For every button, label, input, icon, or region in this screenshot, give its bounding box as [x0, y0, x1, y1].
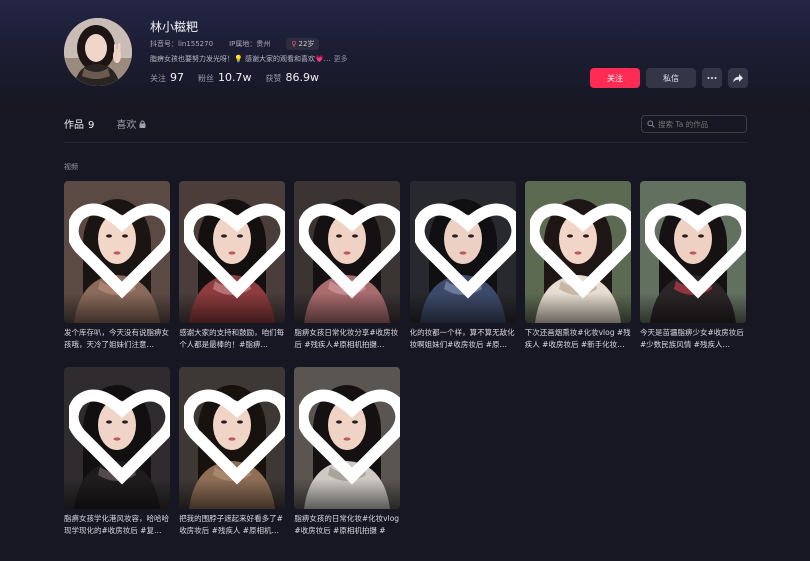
video-caption[interactable]: 把我的围脖子遮起来好看多了#收房妆后 #残疾人 #原相机…	[179, 513, 285, 537]
video-likes: 1.0w	[69, 181, 170, 320]
heart-icon	[69, 389, 170, 485]
video-caption[interactable]: 脂痹女孩的日常化妆#化妆vlog #收房妆后 #原相机拍摄 #残…	[294, 513, 400, 537]
avatar-image	[64, 18, 132, 86]
works-search[interactable]	[641, 115, 747, 133]
video-card[interactable]: 4.9w 感谢大家的支持和鼓励，咱们每个人都是最棒的！#脂痹…	[179, 181, 286, 351]
video-card[interactable]: 4.1w 脂痹女孩日常化妆分享#收房妆后 #残疾人#原相机拍摄…	[294, 181, 401, 351]
heart-icon	[529, 203, 631, 299]
video-likes: 6.6w	[529, 181, 631, 320]
douyin-id: 抖音号：lin155270	[150, 40, 214, 48]
bio-more-link[interactable]: 更多	[334, 55, 348, 63]
video-thumbnail[interactable]: 2.6w	[179, 367, 286, 509]
heart-icon	[414, 203, 516, 299]
profile-header: 林小糍粑 抖音号：lin155270 IP属地：贵州 ♀ 22岁 脂痹女孩也要努…	[64, 18, 748, 90]
follow-button[interactable]: 关注	[590, 68, 640, 88]
message-button[interactable]: 私信	[646, 68, 696, 88]
tab-works[interactable]: 作品 9	[64, 116, 94, 131]
stat-likes: 获赞 86.9w	[265, 71, 320, 84]
profile-bio: 脂痹女孩也要努力发光呀！💡 感谢大家的观看和喜欢💗… 更多	[150, 54, 348, 64]
video-caption[interactable]: 今天是苗疆脂痹少女#收房妆后 #少数民族风情 #残疾人…	[640, 327, 746, 351]
tabs-divider	[64, 142, 748, 143]
age-value: 22岁	[298, 40, 315, 48]
video-likes: 4.1w	[299, 181, 401, 320]
video-likes: 2.6w	[184, 367, 286, 506]
video-thumbnail[interactable]: 6.6w	[524, 181, 631, 323]
heart-icon	[184, 389, 286, 485]
video-thumbnail[interactable]: 2.0w	[640, 181, 746, 323]
heart-icon	[645, 203, 746, 299]
share-icon	[733, 73, 743, 82]
video-likes: 4.9w	[184, 181, 286, 320]
female-icon: ♀	[291, 40, 297, 48]
video-thumbnail[interactable]: 36.9w	[409, 181, 516, 323]
profile-stats: 关注 97 粉丝 10.7w 获赞 86.9w	[150, 71, 319, 84]
video-caption[interactable]: 脂痹女孩日常化妆分享#收房妆后 #残疾人#原相机拍摄…	[294, 327, 400, 351]
video-card[interactable]: 25.0w 脂痹女孩的日常化妆#化妆vlog #收房妆后 #原相机拍摄 #残…	[294, 367, 401, 537]
video-card[interactable]: 2.0w 今天是苗疆脂痹少女#收房妆后 #少数民族风情 #残疾人…	[640, 181, 746, 351]
video-caption[interactable]: 下次还画烟熏妆#化妆vlog #残疾人 #收房妆后 #新手化妆…	[525, 327, 631, 351]
section-label-videos: 视频	[64, 163, 78, 171]
video-card[interactable]: 6.6w 下次还画烟熏妆#化妆vlog #残疾人 #收房妆后 #新手化妆…	[524, 181, 631, 351]
video-likes: 25.0w	[299, 367, 401, 506]
video-card[interactable]: 2.6w 把我的围脖子遮起来好看多了#收房妆后 #残疾人 #原相机…	[179, 367, 286, 537]
video-likes: 36.9w	[414, 181, 516, 320]
search-icon	[647, 120, 655, 128]
profile-tabs: 作品 9 喜欢	[64, 116, 146, 131]
search-input[interactable]	[658, 119, 744, 129]
video-caption[interactable]: 化的妆都一个样，算不算无敌化妆啊姐妹们#收房妆后 #原…	[410, 327, 516, 351]
video-thumbnail[interactable]: 1.0w	[64, 181, 170, 323]
heart-icon	[69, 203, 170, 299]
more-icon	[707, 77, 717, 79]
video-thumbnail[interactable]: 4.1w	[294, 181, 401, 323]
video-card[interactable]: 1.0w 发个库存叭，今天没有说脂痹女孩哦，天冷了姐妹们注意…	[64, 181, 170, 351]
video-card[interactable]: 3.6w 脂痹女孩学化港风妆容，哈哈哈现学现化的#收房妆后 #复…	[64, 367, 170, 537]
avatar[interactable]	[64, 18, 132, 86]
video-thumbnail[interactable]: 25.0w	[294, 367, 401, 509]
heart-icon	[299, 203, 401, 299]
heart-icon	[299, 389, 401, 485]
video-caption[interactable]: 脂痹女孩学化港风妆容，哈哈哈现学现化的#收房妆后 #复…	[64, 513, 170, 537]
age-badge: ♀ 22岁	[286, 38, 320, 50]
video-caption[interactable]: 感谢大家的支持和鼓励，咱们每个人都是最棒的！#脂痹…	[179, 327, 285, 351]
video-likes: 2.0w	[645, 181, 746, 320]
video-thumbnail[interactable]: 4.9w	[179, 181, 286, 323]
profile-actions: 关注 私信	[590, 68, 748, 88]
more-button[interactable]	[702, 68, 722, 88]
profile-nickname: 林小糍粑	[150, 20, 199, 34]
lock-icon	[139, 119, 146, 128]
video-caption[interactable]: 发个库存叭，今天没有说脂痹女孩哦，天冷了姐妹们注意…	[64, 327, 170, 351]
stat-following[interactable]: 关注 97	[150, 71, 184, 84]
share-button[interactable]	[728, 68, 748, 88]
heart-icon	[184, 203, 286, 299]
video-card[interactable]: 36.9w 化的妆都一个样，算不算无敌化妆啊姐妹们#收房妆后 #原…	[409, 181, 516, 351]
ip-location: IP属地：贵州	[229, 40, 271, 48]
bio-text: 脂痹女孩也要努力发光呀！💡 感谢大家的观看和喜欢💗…	[150, 55, 331, 63]
stat-followers[interactable]: 粉丝 10.7w	[198, 71, 252, 84]
tab-liked[interactable]: 喜欢	[116, 116, 146, 131]
video-thumbnail[interactable]: 3.6w	[64, 367, 170, 509]
profile-meta: 抖音号：lin155270 IP属地：贵州 ♀ 22岁	[150, 38, 320, 50]
video-likes: 3.6w	[69, 367, 170, 506]
